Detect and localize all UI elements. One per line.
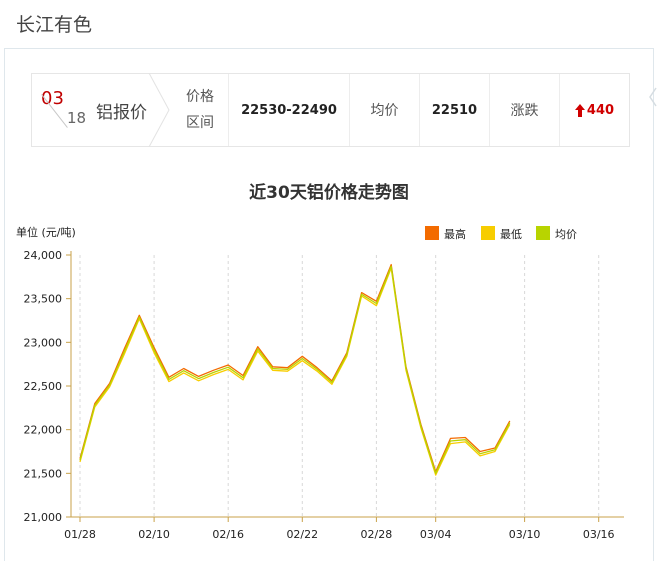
y-tick-label: 24,000 [24, 249, 63, 262]
series-line-2 [79, 267, 511, 476]
legend-label-3: 均价 [555, 228, 577, 241]
y-tick-label: 23,000 [24, 336, 63, 349]
legend-swatch-1 [425, 226, 439, 240]
legend-swatch-3 [536, 226, 550, 240]
y-tick-label: 23,500 [24, 293, 63, 306]
x-tick-label: 01/28 [64, 528, 96, 541]
x-tick-label: 02/22 [286, 528, 318, 541]
x-tick-label: 02/10 [138, 528, 170, 541]
y-tick-label: 21,500 [24, 467, 63, 480]
series-line-1 [79, 263, 511, 473]
price-trend-chart: 单位 (元/吨) 21,000 21,500 22,000 22,500 23,000 23… [16, 225, 624, 541]
legend-label-2: 最低 [500, 228, 522, 241]
series-line-3 [79, 265, 511, 474]
x-tick-label: 02/16 [212, 528, 244, 541]
x-tick-label: 03/10 [509, 528, 541, 541]
legend-swatch-2 [481, 226, 495, 240]
x-tick-label: 03/04 [420, 528, 452, 541]
x-tick-label: 03/16 [583, 528, 615, 541]
y-axis-label: 单位 (元/吨) [16, 225, 76, 239]
y-tick-label: 22,500 [24, 380, 63, 393]
y-tick-label: 21,000 [24, 511, 63, 524]
x-tick-label: 02/28 [361, 528, 393, 541]
y-tick-label: 22,000 [24, 424, 63, 437]
legend-label-1: 最高 [444, 227, 466, 241]
